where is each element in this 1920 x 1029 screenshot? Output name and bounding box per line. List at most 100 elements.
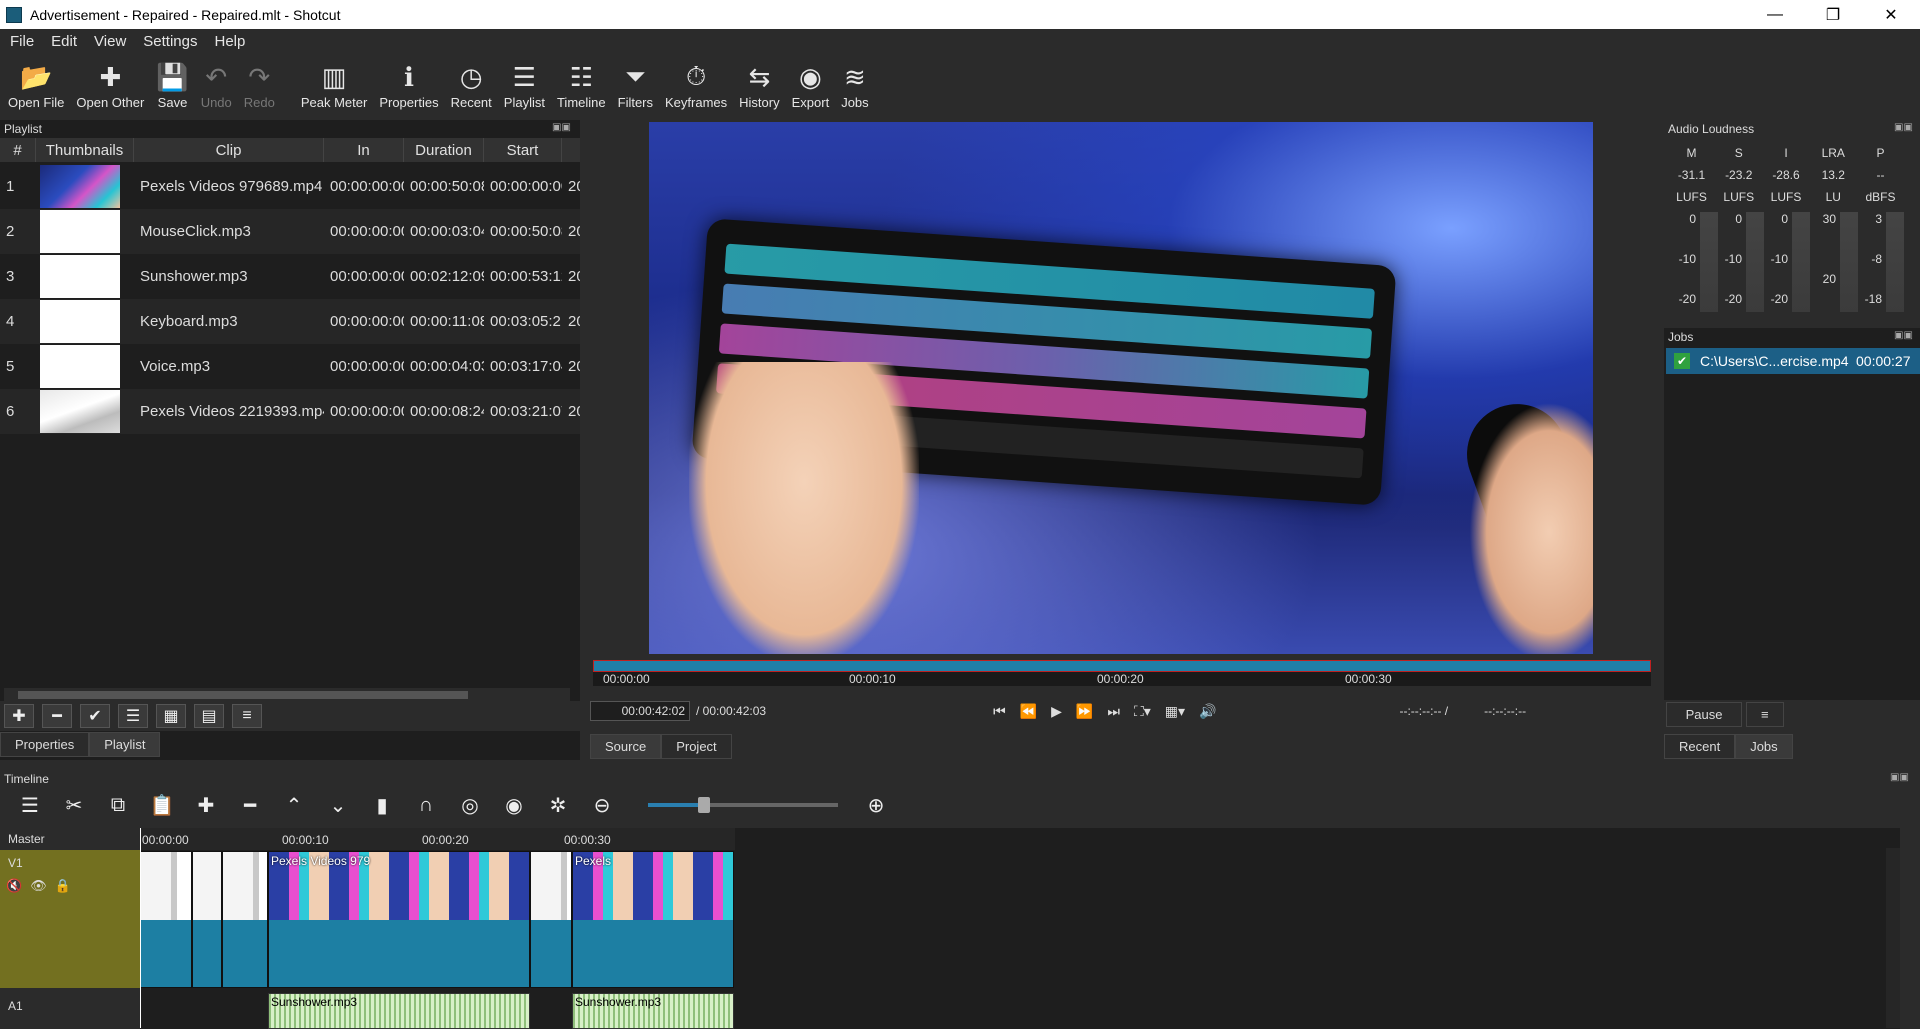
history-button[interactable]: ⇆ History bbox=[739, 55, 779, 111]
zoom-icon[interactable]: ⛶▾ bbox=[1134, 703, 1151, 720]
maximize-button[interactable]: ❐ bbox=[1804, 0, 1862, 29]
playlist-row[interactable]: 6 Pexels Videos 2219393.mp4 00:00:00:00 00:… bbox=[0, 389, 580, 434]
open-file-button[interactable]: 📂 Open File bbox=[8, 55, 64, 111]
dock-buttons[interactable]: ▣▣ bbox=[1894, 122, 1913, 133]
export-button[interactable]: ◉ Export bbox=[792, 55, 830, 111]
video-clip[interactable] bbox=[192, 851, 222, 988]
playlist-row[interactable]: 1 Pexels Videos 979689.mp4 00:00:00:00 00:0… bbox=[0, 164, 580, 209]
details-view-icon[interactable]: ☰ bbox=[118, 704, 148, 728]
open-other-button[interactable]: ✚ Open Other bbox=[76, 55, 144, 111]
zoom-slider[interactable] bbox=[648, 797, 838, 813]
video-clip[interactable] bbox=[140, 851, 192, 988]
keyframes-button[interactable]: ⏱ Keyframes bbox=[665, 55, 727, 110]
zoom-in-icon[interactable]: ⊕ bbox=[858, 792, 894, 818]
ripple-all-icon[interactable]: ✲ bbox=[540, 792, 576, 818]
scrub-icon[interactable]: ◎ bbox=[452, 792, 488, 818]
skip-next-icon[interactable]: ⏭ bbox=[1107, 703, 1120, 720]
volume-icon[interactable]: 🔊 bbox=[1199, 703, 1216, 720]
col-start[interactable]: Start bbox=[484, 138, 562, 162]
playlist-button[interactable]: ☰ Playlist bbox=[504, 55, 545, 111]
audio-clip[interactable]: Sunshower.mp3 bbox=[572, 993, 734, 1029]
jobs-menu-icon[interactable]: ≡ bbox=[1746, 701, 1784, 727]
menu-edit[interactable]: Edit bbox=[41, 33, 84, 50]
recent-button[interactable]: ◷ Recent bbox=[451, 55, 492, 111]
menu-help[interactable]: Help bbox=[204, 33, 252, 50]
grid-icon[interactable]: ▦▾ bbox=[1165, 703, 1185, 720]
append-icon[interactable]: ✚ bbox=[188, 792, 224, 818]
tab-properties[interactable]: Properties bbox=[0, 732, 90, 757]
icons-view-icon[interactable]: ▤ bbox=[194, 704, 224, 728]
save-button[interactable]: 💾 Save bbox=[156, 55, 188, 111]
snap-icon[interactable]: ∩ bbox=[408, 792, 444, 818]
properties-button[interactable]: ℹ Properties bbox=[379, 55, 438, 111]
tab-project[interactable]: Project bbox=[661, 734, 732, 759]
undo-button[interactable]: ↶ Undo bbox=[201, 55, 232, 111]
col-duration[interactable]: Duration bbox=[404, 138, 484, 162]
cut-icon[interactable]: ✂ bbox=[56, 792, 92, 818]
minimize-button[interactable]: — bbox=[1746, 0, 1804, 29]
timecode-input[interactable]: 00:00:42:02 bbox=[590, 701, 690, 721]
playlist-row[interactable]: 3 Sunshower.mp3 00:00:00:00 00:02:12:09 00:0… bbox=[0, 254, 580, 299]
menu-icon[interactable]: ☰ bbox=[12, 792, 48, 818]
dock-buttons[interactable]: ▣▣ bbox=[1890, 772, 1909, 783]
lift-icon[interactable]: ⌃ bbox=[276, 792, 312, 818]
playlist-menu-icon[interactable]: ≡ bbox=[232, 704, 262, 728]
playhead[interactable] bbox=[140, 828, 141, 1028]
menu-settings[interactable]: Settings bbox=[133, 33, 204, 50]
timeline-tracks[interactable]: 00:00:00 00:00:10 00:00:20 00:00:30 Pexe… bbox=[140, 828, 1900, 1029]
job-row[interactable]: ✔ C:\Users\C...ercise.mp4 00:00:27 bbox=[1666, 348, 1920, 374]
video-frame[interactable] bbox=[649, 122, 1593, 654]
scrub-bar[interactable]: 00:00:00 00:00:10 00:00:20 00:00:30 bbox=[593, 658, 1651, 688]
redo-button[interactable]: ↷ Redo bbox=[244, 55, 275, 111]
rewind-icon[interactable]: ⏪ bbox=[1020, 703, 1037, 720]
timeline-scrollbar[interactable] bbox=[1886, 848, 1900, 1028]
eye-icon[interactable]: 👁 bbox=[30, 878, 47, 894]
col-in[interactable]: In bbox=[324, 138, 404, 162]
a1-track-header[interactable]: A1 bbox=[0, 993, 140, 1029]
update-icon[interactable]: ✔ bbox=[80, 704, 110, 728]
menu-view[interactable]: View bbox=[84, 33, 133, 50]
fast-forward-icon[interactable]: ⏩ bbox=[1076, 703, 1093, 720]
play-icon[interactable]: ▶ bbox=[1051, 703, 1062, 720]
v1-track-header[interactable]: V1 🔇 👁 🔒 bbox=[0, 850, 140, 988]
video-clip[interactable] bbox=[222, 851, 268, 988]
playlist-row[interactable]: 2 MouseClick.mp3 00:00:00:00 00:00:03:04 00:… bbox=[0, 209, 580, 254]
video-clip[interactable]: Pexels Videos 979 bbox=[268, 851, 530, 988]
remove-icon[interactable]: ━ bbox=[232, 792, 268, 818]
video-clip[interactable] bbox=[530, 851, 572, 988]
skip-previous-icon[interactable]: ⏮ bbox=[993, 703, 1006, 720]
audio-clip[interactable]: Sunshower.mp3 bbox=[268, 993, 530, 1029]
tab-source[interactable]: Source bbox=[590, 734, 662, 759]
add-icon[interactable]: ✚ bbox=[4, 704, 34, 728]
jobs-button[interactable]: ≋ Jobs bbox=[841, 55, 868, 111]
pause-button[interactable]: Pause bbox=[1666, 701, 1742, 727]
col-clip[interactable]: Clip bbox=[134, 138, 324, 162]
filters-button[interactable]: ⏷ Filters bbox=[618, 55, 653, 110]
tab-playlist[interactable]: Playlist bbox=[89, 732, 161, 757]
copy-icon[interactable]: ⧉ bbox=[100, 792, 136, 818]
lock-icon[interactable]: 🔒 bbox=[55, 878, 71, 894]
playlist-row[interactable]: 4 Keyboard.mp3 00:00:00:00 00:00:11:08 00:03… bbox=[0, 299, 580, 344]
dock-buttons[interactable]: ▣▣ bbox=[1894, 330, 1913, 341]
mute-icon[interactable]: 🔇 bbox=[6, 878, 22, 894]
overwrite-icon[interactable]: ⌄ bbox=[320, 792, 356, 818]
dock-buttons[interactable]: ▣▣ bbox=[552, 122, 571, 133]
tab-recent[interactable]: Recent bbox=[1664, 734, 1736, 759]
tiles-view-icon[interactable]: ▦ bbox=[156, 704, 186, 728]
close-button[interactable]: ✕ bbox=[1862, 0, 1920, 29]
timeline-button[interactable]: ☷ Timeline bbox=[557, 55, 606, 111]
remove-icon[interactable]: ━ bbox=[42, 704, 72, 728]
playlist-row[interactable]: 5 Voice.mp3 00:00:00:00 00:00:04:03 00:03:17… bbox=[0, 344, 580, 389]
col-number[interactable]: # bbox=[0, 138, 36, 162]
video-clip[interactable]: Pexels bbox=[572, 851, 734, 988]
split-icon[interactable]: ▮ bbox=[364, 792, 400, 818]
zoom-out-icon[interactable]: ⊖ bbox=[584, 792, 620, 818]
col-thumbnails[interactable]: Thumbnails bbox=[36, 138, 134, 162]
peak-meter-button[interactable]: ▥ Peak Meter bbox=[301, 55, 367, 111]
timeline-ruler[interactable]: 00:00:00 00:00:10 00:00:20 00:00:30 bbox=[140, 828, 735, 850]
ripple-icon[interactable]: ◉ bbox=[496, 792, 532, 818]
tab-jobs[interactable]: Jobs bbox=[1735, 734, 1793, 759]
paste-icon[interactable]: 📋 bbox=[144, 792, 180, 818]
menu-file[interactable]: File bbox=[0, 33, 41, 50]
playlist-scrollbar[interactable] bbox=[4, 688, 570, 702]
